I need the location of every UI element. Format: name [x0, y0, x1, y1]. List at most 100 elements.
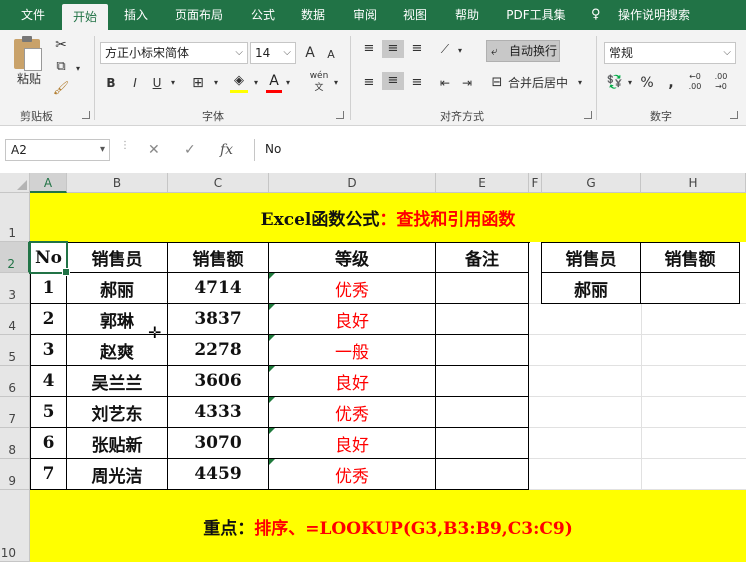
orientation-icon[interactable]: ⟋ [436, 40, 454, 58]
cell-no[interactable]: 7 [31, 459, 67, 490]
cell-remark[interactable] [436, 273, 529, 304]
row-header-7[interactable]: 7 [0, 397, 30, 428]
cell-salesperson[interactable]: 周光洁 [67, 459, 168, 490]
row-header-9[interactable]: 9 [0, 459, 30, 490]
increase-indent-icon[interactable]: ⇥ [458, 74, 476, 92]
column-header-a[interactable]: A [30, 173, 67, 193]
row-header-5[interactable]: 5 [0, 335, 30, 366]
grow-font-icon[interactable]: A [302, 44, 318, 62]
chevron-down-icon[interactable]: ▾ [252, 74, 260, 92]
paste-button[interactable]: 粘贴 [14, 70, 44, 88]
note-text[interactable]: 重点：排序、=LOOKUP(G3,B3:B9,C3:C9) [30, 514, 746, 539]
cell-no[interactable]: 6 [31, 428, 67, 459]
cell-grade[interactable]: 优秀 [269, 273, 436, 304]
align-middle-icon[interactable]: ≡ [382, 40, 404, 58]
font-color-icon[interactable]: A [266, 72, 282, 93]
cell-remark[interactable] [436, 459, 529, 490]
align-right-icon[interactable]: ≡ [408, 74, 426, 92]
wrap-text-button[interactable]: ⤶ 自动换行 [486, 40, 560, 62]
header-cell-remark[interactable]: 备注 [436, 243, 529, 273]
column-header-g[interactable]: G [542, 173, 641, 193]
tab-insert[interactable]: 插入 [112, 0, 160, 30]
cell-grade[interactable]: 良好 [269, 366, 436, 397]
row-header-1[interactable]: 1 [0, 193, 30, 242]
paste-icon[interactable] [14, 36, 42, 71]
bold-button[interactable]: B [104, 74, 118, 92]
row-header-10[interactable]: 10 [0, 490, 30, 562]
cell-sales[interactable]: 4333 [168, 397, 269, 428]
tab-review[interactable]: 审阅 [342, 0, 388, 30]
lookup-header-salesperson[interactable]: 销售员 [542, 243, 641, 273]
cell-no[interactable]: 3 [31, 335, 67, 366]
copy-icon[interactable]: ⧉ [52, 58, 70, 76]
format-painter-icon[interactable]: 🖌 [52, 80, 70, 98]
number-format-combo[interactable]: 常规 ⌵ [604, 42, 736, 64]
cell-sales[interactable]: 4714 [168, 273, 269, 304]
comma-style-button[interactable]: , [666, 74, 676, 92]
merge-center-button[interactable]: 合并后居中 [508, 74, 570, 92]
tab-data[interactable]: 数据 [290, 0, 336, 30]
underline-button[interactable]: U [150, 74, 164, 92]
row-header-6[interactable]: 6 [0, 366, 30, 397]
merge-center-icon[interactable]: ⊟ [488, 74, 506, 92]
tab-file[interactable]: 文件 [4, 0, 62, 30]
cancel-icon[interactable]: ✕ [148, 139, 160, 161]
insert-function-icon[interactable]: fx [220, 139, 233, 161]
row-header-3[interactable]: 3 [0, 273, 30, 304]
tab-pdf-tools[interactable]: PDF工具集 [498, 0, 574, 30]
cell-remark[interactable] [436, 428, 529, 459]
chevron-down-icon[interactable]: ▾ [212, 74, 220, 92]
header-cell-grade[interactable]: 等级 [269, 243, 436, 273]
percent-button[interactable]: % [640, 74, 654, 92]
cell-salesperson[interactable]: 吴兰兰 [67, 366, 168, 397]
accounting-format-icon[interactable]: 💱 [606, 74, 624, 92]
row-header-4[interactable]: 4 [0, 304, 30, 335]
chevron-down-icon[interactable]: ▾ [74, 60, 82, 78]
cell-no[interactable]: 1 [31, 273, 67, 304]
row-header-8[interactable]: 8 [0, 428, 30, 459]
decrease-decimal-icon[interactable]: .00 →0 [710, 72, 732, 92]
tab-page-layout[interactable]: 页面布局 [164, 0, 234, 30]
borders-icon[interactable]: ⊞ [190, 74, 206, 92]
lookup-header-sales[interactable]: 销售额 [641, 243, 740, 273]
fill-color-icon[interactable]: ◈ [230, 72, 248, 93]
decrease-indent-icon[interactable]: ⇤ [436, 74, 454, 92]
header-cell-sales[interactable]: 销售额 [168, 243, 269, 273]
column-header-f[interactable]: F [529, 173, 542, 193]
lookup-cell-salesperson[interactable]: 郝丽 [542, 273, 641, 304]
lookup-cell-sales[interactable] [641, 273, 740, 304]
cell-salesperson[interactable]: 张贴新 [67, 428, 168, 459]
align-bottom-icon[interactable]: ≡ [408, 40, 426, 58]
tell-me-search[interactable]: 操作说明搜索 [612, 0, 696, 30]
chevron-down-icon[interactable]: ▾ [576, 74, 584, 92]
cell-salesperson[interactable]: 刘艺东 [67, 397, 168, 428]
cell-grade[interactable]: 优秀 [269, 459, 436, 490]
name-box[interactable]: A2 ▾ [5, 139, 110, 161]
cut-icon[interactable]: ✂ [52, 36, 70, 54]
cell-sales[interactable]: 4459 [168, 459, 269, 490]
cell-remark[interactable] [436, 366, 529, 397]
cell-grade[interactable]: 良好 [269, 304, 436, 335]
cell-salesperson[interactable]: 郝丽 [67, 273, 168, 304]
formula-input[interactable]: No [254, 139, 746, 161]
chevron-down-icon[interactable]: ▾ [626, 74, 634, 92]
column-header-e[interactable]: E [436, 173, 529, 193]
tab-home[interactable]: 开始 [62, 4, 108, 30]
align-center-icon[interactable]: ≡ [382, 72, 404, 90]
chevron-down-icon[interactable]: ▾ [168, 74, 178, 92]
cell-remark[interactable] [436, 304, 529, 335]
italic-button[interactable]: I [128, 74, 142, 92]
number-launcher-icon[interactable] [730, 111, 738, 119]
cell-grade[interactable]: 良好 [269, 428, 436, 459]
cell-sales[interactable]: 3837 [168, 304, 269, 335]
column-header-c[interactable]: C [168, 173, 269, 193]
cell-remark[interactable] [436, 335, 529, 366]
cell-grade[interactable]: 优秀 [269, 397, 436, 428]
increase-decimal-icon[interactable]: ←0.00 [684, 72, 706, 92]
shrink-font-icon[interactable]: A [324, 46, 338, 64]
select-all-corner[interactable] [0, 173, 30, 193]
cell-no[interactable]: 5 [31, 397, 67, 428]
header-cell-no[interactable]: No [31, 243, 67, 273]
font-launcher-icon[interactable] [336, 111, 344, 119]
font-name-combo[interactable]: 方正小标宋简体 ⌵ [100, 42, 248, 64]
